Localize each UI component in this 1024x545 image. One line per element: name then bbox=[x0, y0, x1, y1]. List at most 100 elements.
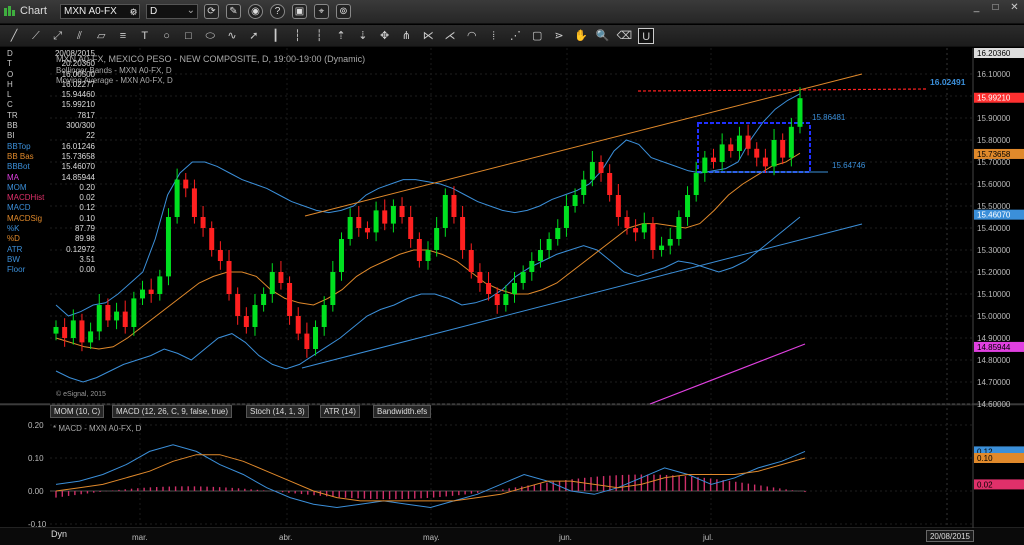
price-axis-label: 15.90000 bbox=[977, 114, 1011, 123]
ray-tool-icon[interactable]: ⟋ bbox=[28, 28, 44, 44]
help-icon[interactable]: ? bbox=[270, 4, 285, 19]
indicator-tab[interactable]: Bandwidth.efs bbox=[373, 405, 432, 418]
price-marker-label: 14.85944 bbox=[977, 343, 1011, 352]
candle-body bbox=[304, 333, 310, 349]
bars-alt-tool-icon[interactable]: ┆ bbox=[289, 28, 305, 44]
data-panel-value: 0.10 bbox=[79, 213, 95, 223]
eraser-tool-icon[interactable]: ⌫ bbox=[616, 28, 633, 44]
pin-icon[interactable]: ⊚ bbox=[336, 4, 351, 19]
circle-tool-icon[interactable]: ○ bbox=[159, 28, 175, 44]
price-axis-label: 15.10000 bbox=[977, 290, 1011, 299]
arc-tool-icon[interactable]: ◠ bbox=[464, 28, 480, 44]
candle-body bbox=[468, 250, 474, 272]
minimize-button[interactable]: _ bbox=[968, 2, 985, 14]
line-tool-icon[interactable]: ╱ bbox=[6, 28, 22, 44]
gann-tool-icon[interactable]: ⋉ bbox=[420, 28, 436, 44]
speedlines-tool-icon[interactable]: ⋰ bbox=[507, 28, 523, 44]
cursor-up-tool-icon[interactable]: ⇡ bbox=[333, 28, 349, 44]
price-axis-label: 14.60000 bbox=[977, 400, 1011, 409]
indicator-tab[interactable]: MACD (12, 26, C, 9, false, true) bbox=[112, 405, 233, 418]
data-panel-value: 16.01246 bbox=[61, 141, 95, 151]
data-panel-row: BBBot 15.46070 bbox=[4, 162, 97, 172]
candle-body bbox=[226, 261, 232, 294]
square-tool-icon[interactable]: ▢ bbox=[529, 28, 545, 44]
price-axis-label: 15.70000 bbox=[977, 158, 1011, 167]
candle-body bbox=[287, 283, 293, 316]
channel-tool-icon[interactable]: ▱ bbox=[93, 28, 109, 44]
time-zones-tool-icon[interactable]: ⦙ bbox=[486, 28, 502, 44]
data-panel-value: 0.00 bbox=[79, 265, 95, 275]
data-panel-key: %K bbox=[7, 224, 20, 234]
candle-body bbox=[494, 294, 500, 305]
data-panel-key: MACDSig bbox=[7, 213, 43, 223]
brush-tool-icon[interactable]: ∿ bbox=[224, 28, 240, 44]
data-panel-value: 22 bbox=[86, 131, 95, 141]
candle-body bbox=[693, 173, 699, 195]
indicator-tab[interactable]: Stoch (14, 1, 3) bbox=[246, 405, 309, 418]
candle-body bbox=[70, 320, 76, 338]
resistance-label: 16.02491 bbox=[930, 77, 966, 87]
copyright-label: © eSignal, 2015 bbox=[56, 391, 106, 398]
tag-icon[interactable]: ⌖ bbox=[314, 4, 329, 19]
hand-tool-icon[interactable]: ✋ bbox=[573, 28, 589, 44]
candle-body bbox=[451, 195, 457, 217]
price-marker-label: 15.46070 bbox=[977, 211, 1011, 220]
month-label: jun. bbox=[558, 533, 572, 542]
interval-input[interactable]: D ⌄ bbox=[146, 4, 198, 19]
extended-line-tool-icon[interactable]: ⤢ bbox=[50, 28, 66, 44]
data-panel-key: D bbox=[7, 49, 13, 58]
candle-body bbox=[373, 210, 379, 233]
cursor-drag-tool-icon[interactable]: ✥ bbox=[377, 28, 393, 44]
data-panel-value: 3.51 bbox=[79, 254, 95, 264]
close-button[interactable]: ✕ bbox=[1006, 2, 1023, 14]
candle-body bbox=[641, 223, 647, 233]
data-panel-value: 0.12 bbox=[79, 203, 95, 213]
ellipse-tool-icon[interactable]: ⬭ bbox=[202, 28, 218, 44]
zoom-tool-icon[interactable]: 🔍 bbox=[595, 28, 611, 44]
indicator-tab[interactable]: ATR (14) bbox=[320, 405, 360, 418]
candle-body bbox=[200, 217, 206, 228]
candle-body bbox=[762, 157, 768, 167]
candle-body bbox=[546, 239, 552, 250]
candle-body bbox=[252, 305, 258, 327]
parallel-tool-icon[interactable]: ⫽ bbox=[71, 28, 87, 44]
dynamic-label[interactable]: Dyn bbox=[51, 529, 67, 539]
candle-body bbox=[269, 272, 275, 294]
candle-body bbox=[607, 173, 613, 195]
chart-area[interactable]: 16.1000016.0000015.9000015.8000015.70000… bbox=[0, 48, 1024, 545]
candle-body bbox=[442, 195, 448, 228]
lock-tool-icon[interactable]: U bbox=[638, 28, 655, 44]
candle-body bbox=[148, 289, 154, 294]
camera-icon[interactable]: ◉ bbox=[248, 4, 263, 19]
arrow-tool-icon[interactable]: ➚ bbox=[246, 28, 262, 44]
data-panel-row: TR 7817 bbox=[4, 111, 97, 121]
candle-body bbox=[650, 223, 656, 250]
pencil-icon[interactable]: ✎ bbox=[226, 4, 241, 19]
rectangle-tool-icon[interactable]: □ bbox=[180, 28, 196, 44]
candle-body bbox=[399, 206, 405, 217]
refresh-icon[interactable]: ⟳ bbox=[204, 4, 219, 19]
candle-body bbox=[615, 195, 621, 217]
fib-tool-icon[interactable]: ≡ bbox=[115, 28, 131, 44]
price-chart[interactable]: 16.1000016.0000015.9000015.8000015.70000… bbox=[0, 48, 1024, 545]
maximize-button[interactable]: □ bbox=[987, 2, 1004, 14]
lock-icon[interactable]: ▣ bbox=[292, 4, 307, 19]
chevron-down-icon: ⌄ bbox=[186, 5, 195, 16]
candle-body bbox=[537, 250, 543, 261]
fan-tool-icon[interactable]: ⋌ bbox=[442, 28, 458, 44]
window-title: Chart bbox=[20, 5, 47, 17]
bars-tool-icon[interactable]: ┃ bbox=[268, 28, 284, 44]
pitchfork-tool-icon[interactable]: ⋔ bbox=[398, 28, 414, 44]
price-marker-label: 15.73658 bbox=[977, 150, 1011, 159]
vertical-tool-icon[interactable]: ┆ bbox=[311, 28, 327, 44]
indicator-tab[interactable]: MOM (10, C) bbox=[50, 405, 105, 418]
gear-icon[interactable]: ⚙ bbox=[128, 6, 139, 17]
cursor-down-tool-icon[interactable]: ⇣ bbox=[355, 28, 371, 44]
candle-body bbox=[529, 261, 535, 272]
pitch-tool-icon[interactable]: ⋗ bbox=[551, 28, 567, 44]
candle-body bbox=[131, 298, 137, 327]
text-tool-icon[interactable]: T bbox=[137, 28, 153, 44]
candle-body bbox=[390, 206, 396, 224]
candle-body bbox=[667, 239, 673, 246]
candle-body bbox=[512, 283, 518, 294]
